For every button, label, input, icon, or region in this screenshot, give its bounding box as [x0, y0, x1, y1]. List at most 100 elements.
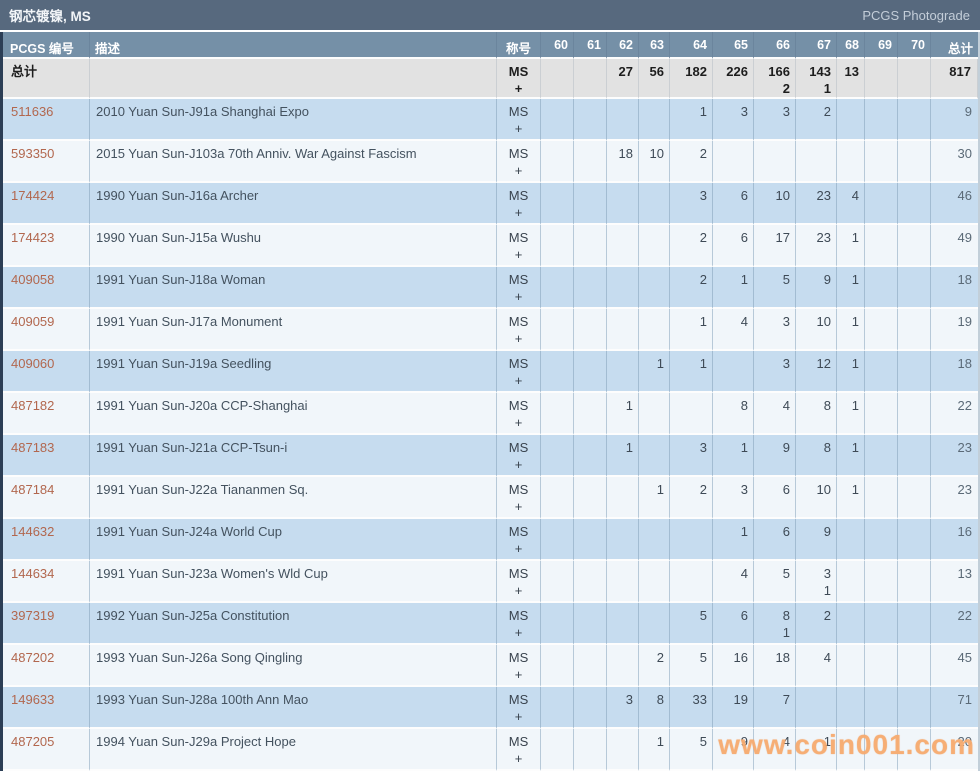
cell-grade-60 — [541, 477, 574, 519]
cell-grade-61 — [574, 687, 607, 729]
cell-grade-69 — [865, 603, 898, 645]
cell-pcgs-number[interactable]: 144634 — [3, 561, 90, 603]
cell-grade-63: 8 — [639, 687, 670, 729]
cell-grade-68: 1 — [837, 267, 865, 309]
cell-grade-64: 182 — [670, 59, 713, 99]
cell-grade-63 — [639, 603, 670, 645]
cell-description: 1991 Yuan Sun-J22a Tiananmen Sq. — [90, 477, 497, 519]
cell-grade-70 — [898, 687, 931, 729]
cell-grade-67: 1431 — [796, 59, 837, 99]
cell-total: 46 — [931, 183, 978, 225]
cell-grade-66: 9 — [754, 435, 796, 477]
cell-grade-70 — [898, 519, 931, 561]
cell-grade-69 — [865, 561, 898, 603]
cell-grade-64 — [670, 519, 713, 561]
col-header-67: 67 — [796, 32, 837, 59]
cell-grade-69 — [865, 309, 898, 351]
cell-grade-64: 5 — [670, 645, 713, 687]
cell-grade-68: 1 — [837, 435, 865, 477]
cell-designation: MS+ — [497, 519, 541, 561]
cell-grade-61 — [574, 729, 607, 771]
cell-designation: MS+ — [497, 435, 541, 477]
cell-grade-62 — [607, 477, 639, 519]
cell-description — [90, 59, 497, 99]
cell-pcgs-number[interactable]: 409058 — [3, 267, 90, 309]
cell-grade-70 — [898, 603, 931, 645]
cell-pcgs-number[interactable]: 144632 — [3, 519, 90, 561]
cell-pcgs-number[interactable]: 487202 — [3, 645, 90, 687]
cell-grade-70 — [898, 435, 931, 477]
col-header-62: 62 — [607, 32, 639, 59]
cell-grade-69 — [865, 141, 898, 183]
cell-grade-68 — [837, 729, 865, 771]
cell-grade-68: 1 — [837, 477, 865, 519]
cell-description: 1991 Yuan Sun-J24a World Cup — [90, 519, 497, 561]
cell-description: 1990 Yuan Sun-J15a Wushu — [90, 225, 497, 267]
table-row: 4871841991 Yuan Sun-J22a Tiananmen Sq.MS… — [3, 477, 978, 519]
cell-grade-67: 31 — [796, 561, 837, 603]
cell-grade-63 — [639, 561, 670, 603]
cell-pcgs-number[interactable]: 174424 — [3, 183, 90, 225]
cell-grade-64: 3 — [670, 435, 713, 477]
cell-grade-64: 2 — [670, 267, 713, 309]
cell-pcgs-number[interactable]: 487183 — [3, 435, 90, 477]
cell-grade-62: 18 — [607, 141, 639, 183]
cell-description: 2015 Yuan Sun-J103a 70th Anniv. War Agai… — [90, 141, 497, 183]
cell-grade-61 — [574, 561, 607, 603]
cell-grade-70 — [898, 99, 931, 141]
cell-grade-62 — [607, 225, 639, 267]
cell-grade-68: 1 — [837, 309, 865, 351]
cell-grade-60 — [541, 59, 574, 99]
cell-grade-66 — [754, 141, 796, 183]
cell-grade-70 — [898, 351, 931, 393]
cell-grade-61 — [574, 603, 607, 645]
cell-pcgs-number[interactable]: 397319 — [3, 603, 90, 645]
cell-grade-63 — [639, 225, 670, 267]
table-row: 4090581991 Yuan Sun-J18a WomanMS+2159118 — [3, 267, 978, 309]
cell-description: 1991 Yuan Sun-J19a Seedling — [90, 351, 497, 393]
cell-grade-70 — [898, 561, 931, 603]
cell-grade-63: 2 — [639, 645, 670, 687]
cell-designation: MS+ — [497, 59, 541, 99]
photograde-link[interactable]: PCGS Photograde — [862, 8, 970, 23]
cell-grade-64 — [670, 393, 713, 435]
cell-pcgs-number[interactable]: 409059 — [3, 309, 90, 351]
cell-grade-68 — [837, 603, 865, 645]
cell-grade-64: 33 — [670, 687, 713, 729]
col-header-designation: 称号 — [497, 32, 541, 59]
cell-grade-68 — [837, 687, 865, 729]
cell-grade-69 — [865, 351, 898, 393]
cell-grade-67: 9 — [796, 267, 837, 309]
cell-grade-70 — [898, 729, 931, 771]
cell-grade-68: 4 — [837, 183, 865, 225]
cell-pcgs-number[interactable]: 593350 — [3, 141, 90, 183]
cell-description: 1990 Yuan Sun-J16a Archer — [90, 183, 497, 225]
cell-grade-65 — [713, 351, 754, 393]
cell-grade-60 — [541, 351, 574, 393]
cell-grade-60 — [541, 99, 574, 141]
cell-grade-62 — [607, 309, 639, 351]
cell-pcgs-number[interactable]: 487182 — [3, 393, 90, 435]
cell-pcgs-number[interactable]: 174423 — [3, 225, 90, 267]
cell-grade-63: 1 — [639, 351, 670, 393]
cell-grade-62: 1 — [607, 435, 639, 477]
cell-grade-69 — [865, 477, 898, 519]
cell-pcgs-number[interactable]: 487184 — [3, 477, 90, 519]
cell-grade-62 — [607, 519, 639, 561]
report-title: 钢芯镀镍, MS — [9, 5, 91, 25]
cell-total: 49 — [931, 225, 978, 267]
cell-grade-67: 10 — [796, 477, 837, 519]
cell-pcgs-number[interactable]: 409060 — [3, 351, 90, 393]
cell-grade-65: 6 — [713, 225, 754, 267]
cell-grade-69 — [865, 99, 898, 141]
col-header-61: 61 — [574, 32, 607, 59]
cell-pcgs-number[interactable]: 487205 — [3, 729, 90, 771]
cell-grade-61 — [574, 351, 607, 393]
cell-pcgs-number[interactable]: 511636 — [3, 99, 90, 141]
cell-designation: MS+ — [497, 225, 541, 267]
cell-pcgs-number[interactable]: 149633 — [3, 687, 90, 729]
cell-grade-65: 6 — [713, 183, 754, 225]
col-header-63: 63 — [639, 32, 670, 59]
cell-grade-62 — [607, 183, 639, 225]
table-row: 4872051994 Yuan Sun-J29a Project HopeMS+… — [3, 729, 978, 771]
